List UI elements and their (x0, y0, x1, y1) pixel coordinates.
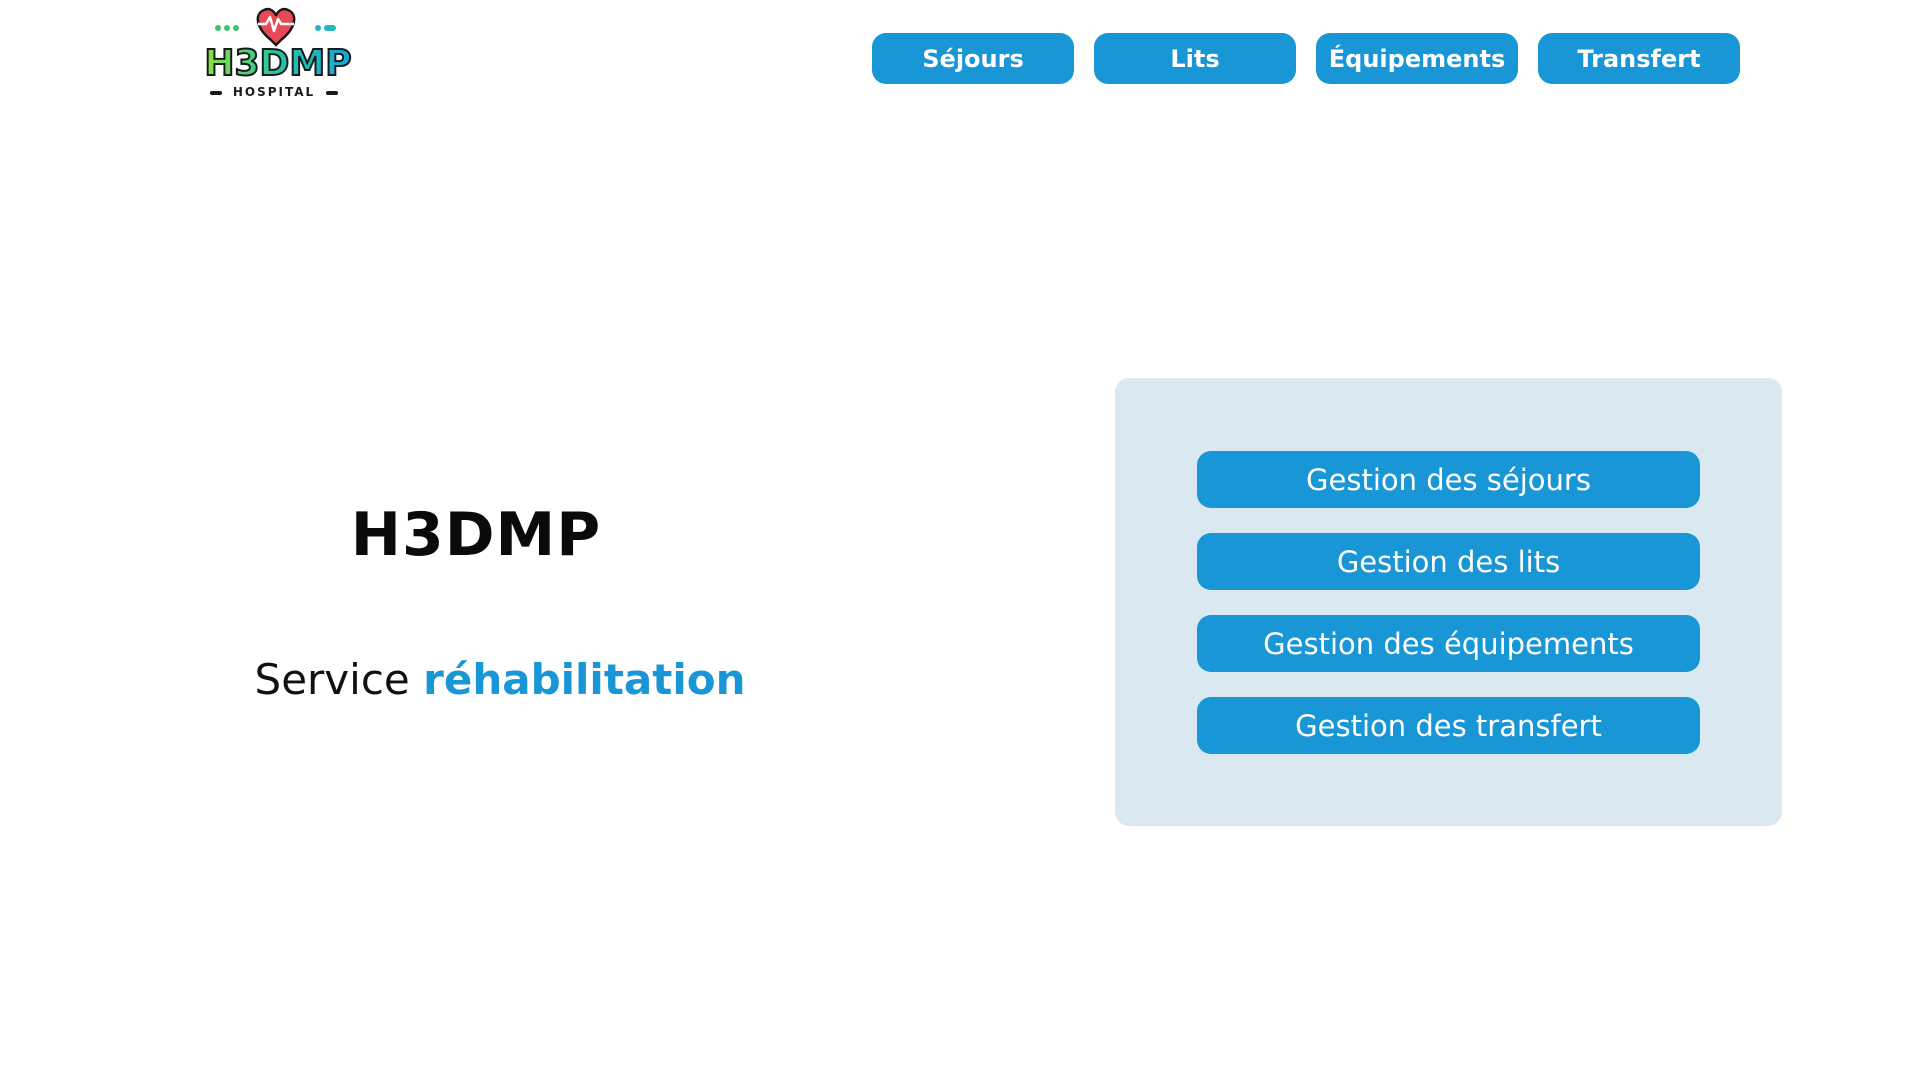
management-actions: Gestion des séjours Gestion des lits Ges… (1197, 451, 1700, 754)
page-title: H3DMP (350, 500, 602, 570)
page: H3DMP HOSPITAL Séjours Lits Équipements … (0, 0, 1920, 1080)
service-prefix: Service (254, 655, 410, 704)
logo-tagline: HOSPITAL (233, 85, 315, 99)
nav-sejours-button[interactable]: Séjours (872, 33, 1074, 84)
manage-sejours-button[interactable]: Gestion des séjours (1197, 451, 1700, 508)
logo-wordmark: H3DMP (204, 43, 351, 84)
service-subtitle: Service réhabilitation (200, 655, 800, 704)
nav-lits-button[interactable]: Lits (1094, 33, 1296, 84)
hospital-logo-graphic: H3DMP HOSPITAL (203, 7, 353, 99)
service-name: réhabilitation (423, 655, 746, 704)
manage-lits-button[interactable]: Gestion des lits (1197, 533, 1700, 590)
nav-transfert-button[interactable]: Transfert (1538, 33, 1740, 84)
top-nav: Séjours Lits Équipements Transfert (872, 33, 1740, 84)
logo[interactable]: H3DMP HOSPITAL (196, 4, 360, 104)
manage-transfert-button[interactable]: Gestion des transfert (1197, 697, 1700, 754)
nav-equipements-button[interactable]: Équipements (1316, 33, 1518, 84)
management-panel: Gestion des séjours Gestion des lits Ges… (1115, 378, 1782, 826)
manage-equipements-button[interactable]: Gestion des équipements (1197, 615, 1700, 672)
